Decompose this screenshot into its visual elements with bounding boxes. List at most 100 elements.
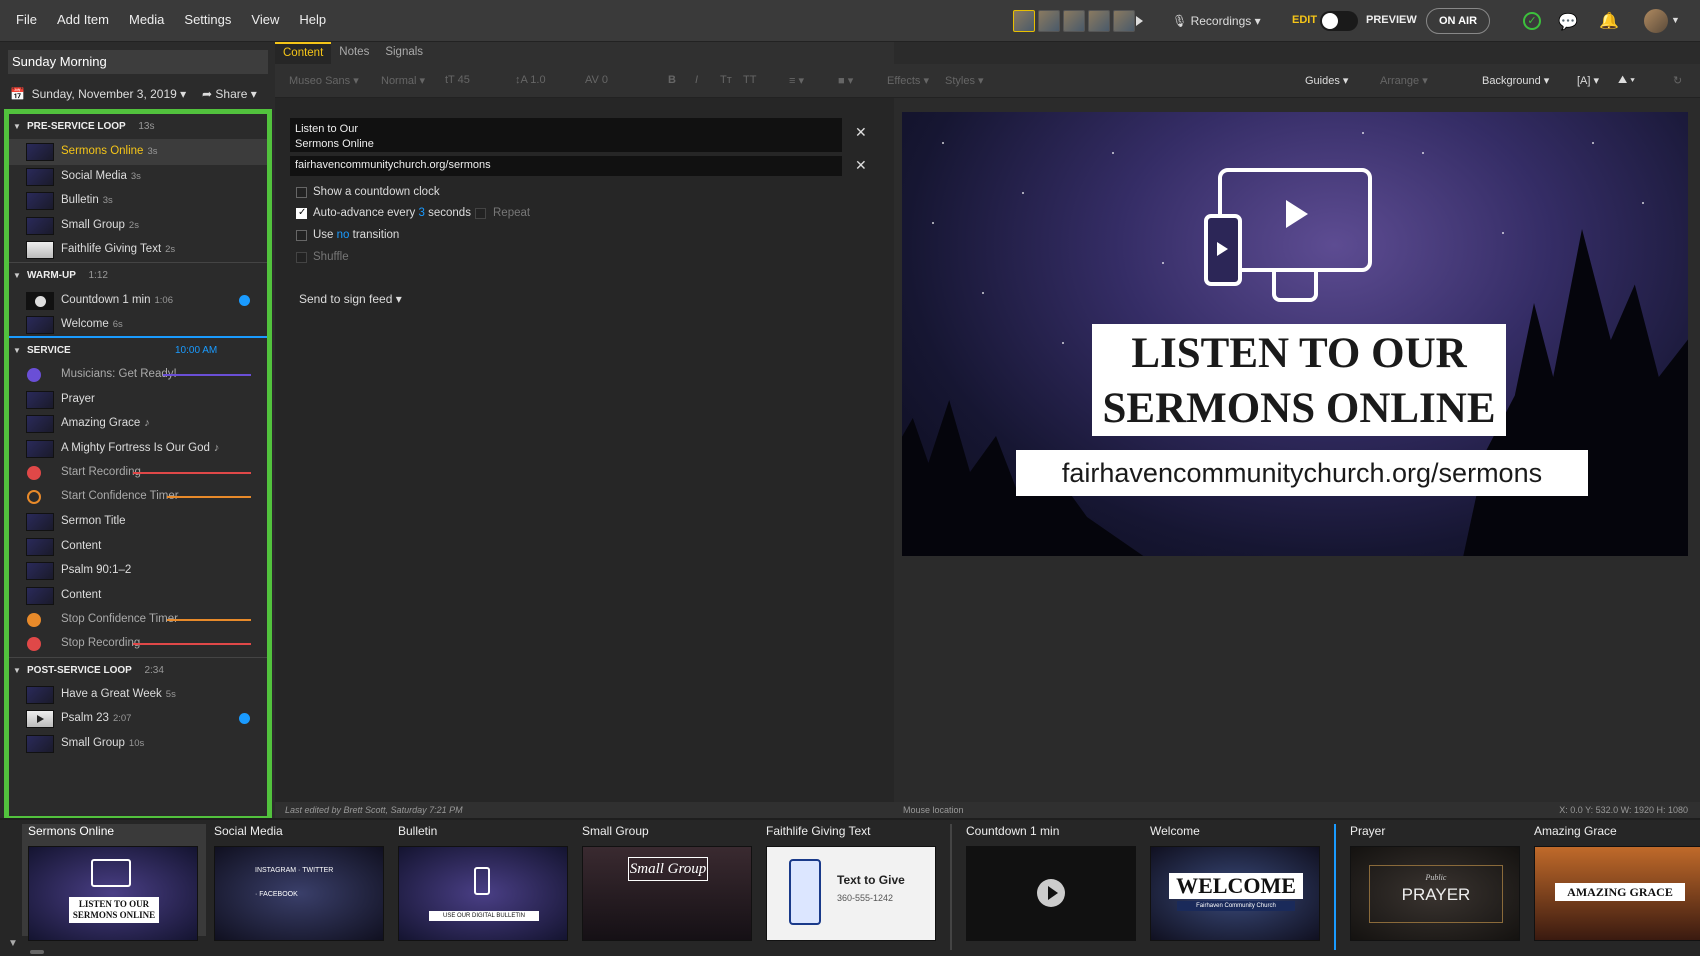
tab-notes[interactable]: Notes [331, 42, 377, 64]
filmstrip-card[interactable]: Faithlife Giving Text Text to Give 360-5… [760, 824, 936, 941]
menu-view[interactable]: View [251, 12, 279, 27]
filmstrip-card[interactable]: Sermons Online LISTEN TO OUR SERMONS ONL… [22, 824, 206, 941]
list-item[interactable]: Amazing Grace ♪ [9, 411, 267, 437]
slide-url-field[interactable]: fairhavencommunitychurch.org/sermons [290, 156, 842, 176]
list-item[interactable]: Stop Confidence Timer [9, 607, 267, 633]
avatar[interactable] [1088, 10, 1110, 32]
font-size-field[interactable]: tT 45 [445, 74, 470, 86]
caret-down-icon[interactable]: ▼ [13, 114, 21, 140]
effects-dropdown[interactable]: Effects ▾ [887, 74, 929, 87]
small-caps-icon[interactable]: Tт [720, 74, 732, 86]
check-icon[interactable]: ✓ [1523, 12, 1541, 30]
avatar[interactable] [1013, 10, 1035, 32]
section-service[interactable]: ▼ SERVICE 10:00 AM [9, 338, 267, 364]
filmstrip-scrollbar[interactable] [30, 950, 44, 954]
filmstrip-card[interactable]: Small Group Small Group [576, 824, 752, 941]
refresh-icon[interactable]: ↻ [1673, 74, 1682, 87]
caret-down-icon[interactable]: ▼ [13, 263, 21, 289]
play-icon[interactable] [1136, 16, 1143, 26]
auto-advance-checkbox[interactable] [296, 207, 307, 219]
user-avatar[interactable] [1644, 9, 1668, 33]
menu-add-item[interactable]: Add Item [57, 12, 109, 27]
share-button[interactable]: ➦ Share ▾ [202, 87, 257, 101]
bell-icon[interactable]: 🔔 [1599, 11, 1619, 31]
all-caps-icon[interactable]: TT [743, 74, 756, 86]
countdown-checkbox[interactable] [296, 187, 307, 198]
menu-settings[interactable]: Settings [184, 12, 231, 27]
send-to-sign-feed-dropdown[interactable]: Send to sign feed ▾ [299, 292, 402, 306]
filmstrip-card[interactable]: Prayer Public PRAYER [1344, 824, 1520, 941]
list-item[interactable]: Sermons Online 3s [9, 139, 267, 165]
section-post-service-loop[interactable]: ▼ POST-SERVICE LOOP 2:34 [9, 658, 267, 684]
avatar[interactable] [1063, 10, 1085, 32]
shape-icon[interactable]: ⛰ ▾ [1618, 74, 1635, 87]
filmstrip-card[interactable]: Amazing Grace AMAZING GRACE [1528, 824, 1700, 941]
bold-icon[interactable]: B [668, 74, 676, 86]
plan-title-input[interactable]: Sunday Morning [8, 50, 268, 74]
letter-spacing-field[interactable]: AV 0 [585, 74, 608, 86]
list-item[interactable]: Start Recording [9, 460, 267, 486]
font-select[interactable]: Museo Sans ▾ [289, 74, 359, 87]
line-height-field[interactable]: ↕A 1.0 [515, 74, 546, 86]
list-item[interactable]: Start Confidence Timer [9, 484, 267, 510]
edit-preview-toggle[interactable] [1320, 11, 1358, 31]
list-item[interactable]: A Mighty Fortress Is Our God ♪ [9, 436, 267, 462]
list-item[interactable]: Welcome 6s [9, 312, 267, 338]
chevron-down-icon[interactable]: ▼ [8, 938, 18, 949]
slide-text-field[interactable]: Listen to Our Sermons Online [290, 118, 842, 152]
filmstrip-card[interactable]: Social Media INSTAGRAM · TWITTER · FACEB… [208, 824, 384, 941]
text-box-icon[interactable]: [A] ▾ [1577, 74, 1599, 87]
list-item[interactable]: Psalm 23 2:07 [9, 706, 267, 732]
list-item[interactable]: Bulletin 3s [9, 188, 267, 214]
caret-down-icon[interactable]: ▼ [13, 658, 21, 684]
list-item[interactable]: Small Group 2s [9, 213, 267, 239]
list-item[interactable]: Prayer [9, 387, 267, 413]
menu-help[interactable]: Help [299, 12, 326, 27]
list-item[interactable]: Content [9, 534, 267, 560]
plan-date-dropdown[interactable]: 📅 Sunday, November 3, 2019 ▾ [10, 87, 186, 101]
chat-icon[interactable]: 💬 [1558, 12, 1578, 32]
auto-advance-seconds[interactable]: 3 [419, 207, 425, 219]
transition-type[interactable]: no [337, 229, 350, 241]
on-air-button[interactable]: ON AIR [1426, 8, 1490, 34]
filmstrip-card[interactable]: Welcome WELCOME Fairhaven Community Chur… [1144, 824, 1320, 941]
section-warm-up[interactable]: ▼ WARM-UP 1:12 [9, 263, 267, 289]
color-swatch-icon[interactable]: ■ ▾ [838, 74, 853, 87]
list-item[interactable]: Social Media 3s [9, 164, 267, 190]
close-icon[interactable]: ✕ [855, 124, 867, 141]
background-dropdown[interactable]: Background ▾ [1482, 74, 1549, 87]
arrange-dropdown[interactable]: Arrange ▾ [1380, 74, 1428, 87]
filmstrip-card[interactable]: Bulletin USE OUR DIGITAL BULLETIN [392, 824, 568, 941]
list-item[interactable]: Faithlife Giving Text 2s [9, 237, 267, 263]
list-item[interactable]: Stop Recording [9, 631, 267, 657]
align-icon[interactable]: ≡ ▾ [789, 74, 804, 87]
avatar[interactable] [1038, 10, 1060, 32]
list-item[interactable]: Countdown 1 min 1:06 [9, 288, 267, 314]
recordings-dropdown[interactable]: 🎙 Recordings ▾ [1172, 14, 1261, 28]
styles-dropdown[interactable]: Styles ▾ [945, 74, 984, 87]
chevron-down-icon[interactable]: ▼ [1671, 15, 1680, 25]
list-item[interactable]: Small Group 10s [9, 731, 267, 757]
menu-media[interactable]: Media [129, 12, 164, 27]
section-pre-service-loop[interactable]: ▼ PRE-SERVICE LOOP 13s [9, 114, 267, 140]
list-item[interactable]: Sermon Title [9, 509, 267, 535]
list-item[interactable]: Have a Great Week 5s [9, 682, 267, 708]
tab-content[interactable]: Content [275, 42, 332, 64]
list-item[interactable]: Content [9, 583, 267, 609]
menu-file[interactable]: File [16, 12, 37, 27]
italic-icon[interactable]: I [695, 74, 698, 86]
avatar[interactable] [1113, 10, 1135, 32]
tab-signals[interactable]: Signals [377, 42, 431, 64]
list-item[interactable]: Musicians: Get Ready! [9, 362, 267, 388]
filmstrip-card[interactable]: Countdown 1 min [960, 824, 1136, 941]
slide-preview[interactable]: LISTEN TO OUR SERMONS ONLINE fairhavenco… [902, 112, 1688, 556]
weight-select[interactable]: Normal ▾ [381, 74, 425, 87]
close-icon[interactable]: ✕ [855, 157, 867, 174]
guides-dropdown[interactable]: Guides ▾ [1305, 74, 1348, 87]
caret-down-icon[interactable]: ▼ [13, 338, 21, 364]
card-title: Welcome [1150, 824, 1200, 838]
transition-checkbox[interactable] [296, 230, 307, 241]
list-item[interactable]: Psalm 90:1–2 [9, 558, 267, 584]
shuffle-checkbox[interactable] [296, 252, 307, 263]
repeat-checkbox[interactable] [475, 208, 486, 219]
